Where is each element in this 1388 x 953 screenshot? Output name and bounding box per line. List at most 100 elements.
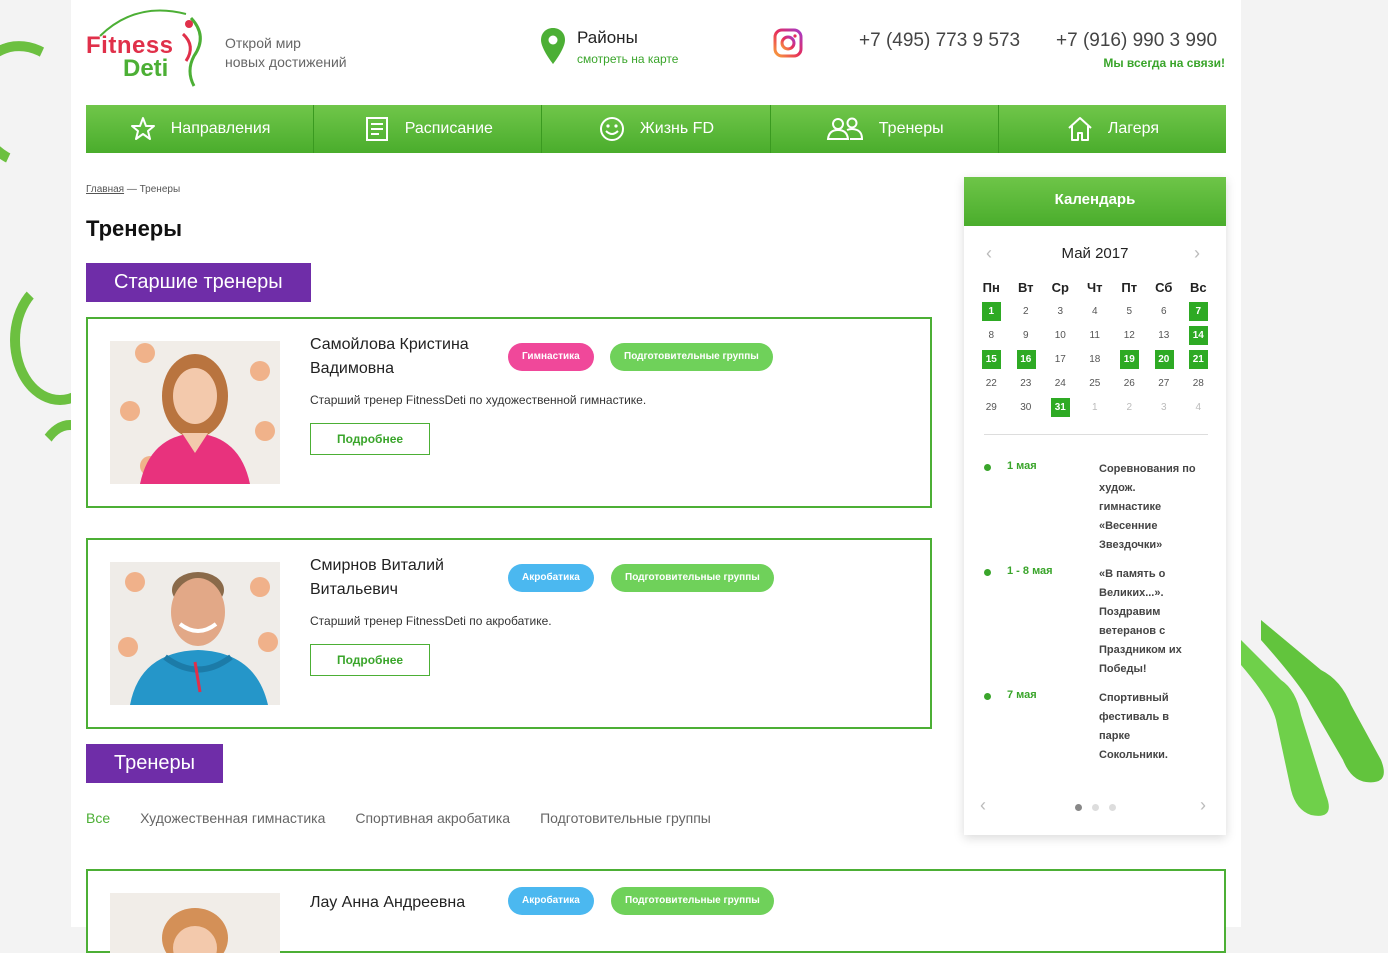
calendar-week-row: 15 16 17 18 19 20 21 [974,347,1220,371]
smile-icon [600,117,624,141]
calendar-day-number: 24 [1054,377,1066,389]
calendar-day[interactable]: 8 [974,330,1009,341]
phone-1[interactable]: +7 (495) 773 9 573 [859,30,1020,52]
trainer-description: Старший тренер FitnessDeti по художестве… [310,393,647,407]
filter-all[interactable]: Все [86,810,110,826]
calendar-day[interactable]: 1 [974,301,1009,321]
weekday-row: Пн Вт Ср Чт Пт Сб Вс [974,275,1220,299]
trainer-name[interactable]: Самойлова Кристина Вадимовна [310,333,500,381]
category-badge[interactable]: Акробатика [508,564,594,592]
calendar-day[interactable]: 21 [1181,349,1216,369]
slogan-line-2: новых достижений [225,54,347,70]
calendar-day[interactable]: 3 [1147,402,1182,413]
nav-label: Расписание [404,120,493,137]
calendar-day-number: 12 [1123,329,1135,341]
calendar-day-number: 4 [1091,305,1098,317]
nav-item-trainers[interactable]: Тренеры [771,105,999,153]
calendar-week-row: 29 30 31 1 2 3 4 [974,395,1220,419]
logo[interactable]: Fitness Deti [86,6,216,94]
nav-item-directions[interactable]: Направления [86,105,315,153]
calendar-day[interactable]: 15 [974,349,1009,369]
calendar-day[interactable]: 6 [1147,306,1182,317]
calendar-day-number: 11 [1089,329,1100,341]
calendar-day[interactable]: 24 [1043,378,1078,389]
calendar-day[interactable]: 4 [1078,306,1113,317]
calendar-day-number: 26 [1123,377,1135,389]
calendar-day[interactable]: 28 [1181,378,1216,389]
pager-dot[interactable] [1108,804,1116,811]
pager-dot[interactable] [1091,804,1099,811]
calendar-day[interactable]: 3 [1043,306,1078,317]
group-badge[interactable]: Подготовительные группы [611,887,774,915]
calendar-day[interactable]: 29 [974,402,1009,413]
calendar-day[interactable]: 27 [1147,378,1182,389]
calendar-day[interactable]: 17 [1043,354,1078,365]
trainer-name[interactable]: Смирнов Виталий Витальевич [310,554,500,602]
calendar-day[interactable]: 10 [1043,330,1078,341]
calendar-day[interactable]: 18 [1078,354,1113,365]
calendar-day-number: 1 [988,305,995,317]
calendar-day-number: 1 [1091,401,1098,413]
calendar-day[interactable]: 5 [1112,306,1147,317]
calendar-day-number: 3 [1160,401,1167,413]
weekday: Вт [1017,279,1034,295]
calendar-day[interactable]: 4 [1181,402,1216,413]
filter-acrobatics[interactable]: Спортивная акробатика [355,810,510,826]
calendar-day[interactable]: 25 [1078,378,1113,389]
breadcrumb-home-link[interactable]: Главная [86,184,124,195]
calendar-day[interactable]: 13 [1147,330,1182,341]
group-badge[interactable]: Подготовительные группы [610,343,773,371]
phone-2[interactable]: +7 (916) 990 3 990 [1056,30,1217,52]
calendar-day-number: 9 [1022,329,1029,341]
calendar-day-number: 16 [1020,353,1032,365]
pager-dot[interactable] [1074,804,1082,811]
calendar-day-number: 13 [1158,329,1170,341]
category-badge[interactable]: Акробатика [508,887,594,915]
calendar-day[interactable]: 30 [1009,402,1044,413]
next-month-chevron-icon[interactable]: › [1194,243,1200,264]
home-icon [1068,117,1092,141]
calendar-day[interactable]: 11 [1078,330,1113,341]
calendar-day-number: 15 [985,353,997,365]
calendar-week-row: 22 23 24 25 26 27 28 [974,371,1220,395]
filter-preparatory[interactable]: Подготовительные группы [540,810,711,826]
category-badge[interactable]: Гимнастика [508,343,594,371]
next-events-chevron-icon[interactable]: › [1200,795,1206,816]
instagram-icon[interactable] [773,28,803,58]
calendar-day[interactable]: 31 [1043,397,1078,417]
more-button[interactable]: Подробнее [310,644,430,676]
group-badge[interactable]: Подготовительные группы [611,564,774,592]
calendar-day-number: 3 [1057,305,1064,317]
nav-label: Лагеря [1107,120,1159,137]
filter-gymnastics[interactable]: Художественная гимнастика [140,810,325,826]
calendar-day[interactable]: 16 [1009,349,1044,369]
calendar-day[interactable]: 14 [1181,325,1216,345]
trainer-card: Самойлова Кристина Вадимовна Гимнастика … [86,317,932,508]
calendar-day[interactable]: 2 [1112,402,1147,413]
calendar-day-number: 23 [1020,377,1032,389]
calendar-day[interactable]: 19 [1112,349,1147,369]
calendar-day[interactable]: 26 [1112,378,1147,389]
calendar-day[interactable]: 9 [1009,330,1044,341]
calendar-divider [984,434,1208,435]
event-date: 1 - 8 мая [1007,565,1053,577]
districts-map-link[interactable]: смотреть на карте [577,52,678,66]
calendar-day[interactable]: 12 [1112,330,1147,341]
calendar-day[interactable]: 2 [1009,306,1044,317]
calendar-day[interactable]: 20 [1147,349,1182,369]
nav-item-camps[interactable]: Лагеря [999,105,1226,153]
calendar-day-number: 19 [1123,353,1135,365]
districts-title: Районы [577,28,638,47]
trainer-name[interactable]: Лау Анна Андреевна [310,891,510,915]
calendar-grid: Пн Вт Ср Чт Пт Сб Вс 1 2 3 4 5 6 7 8 9 10 11 12 13 14… [974,275,1220,419]
more-button[interactable]: Подробнее [310,423,430,455]
slogan: Открой мир новых достижений [225,34,347,72]
trainer-card: Лау Анна Андреевна Акробатика Подготовит… [86,869,1226,953]
nav-label: Тренеры [878,120,944,137]
calendar-day[interactable]: 1 [1078,402,1113,413]
calendar-day[interactable]: 23 [1009,378,1044,389]
calendar-day[interactable]: 22 [974,378,1009,389]
calendar-day[interactable]: 7 [1181,301,1216,321]
nav-item-schedule[interactable]: Расписание [314,105,543,153]
nav-item-life[interactable]: Жизнь FD [542,105,771,153]
